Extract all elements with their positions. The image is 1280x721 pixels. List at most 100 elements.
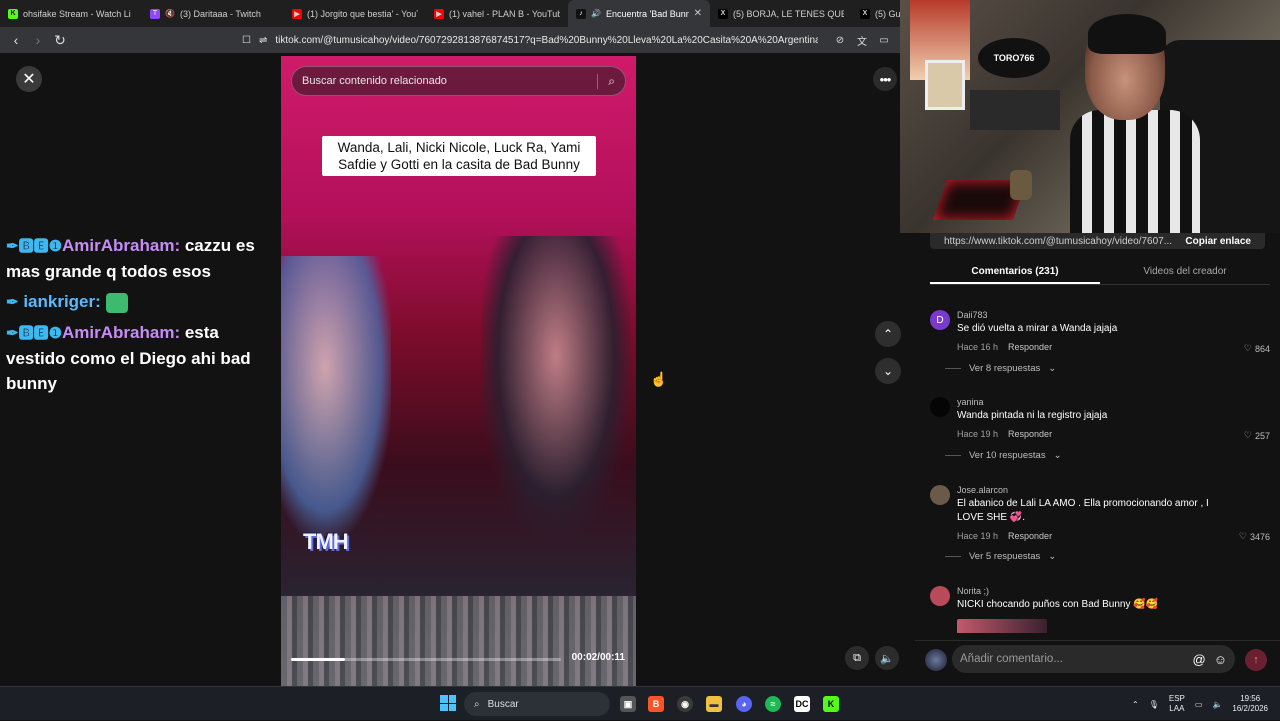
kick-icon: K [8, 8, 18, 19]
tab-youtube-2[interactable]: ▶ (1) vahel - PLAN B - YouTube [426, 0, 568, 27]
avatar[interactable]: D [930, 310, 950, 330]
avatar[interactable] [930, 397, 950, 417]
chevron-up-icon[interactable]: ⌃ [1132, 700, 1139, 709]
spotify-icon[interactable]: ≈ [765, 696, 781, 712]
comment-username[interactable]: Daii783 [957, 310, 1232, 320]
like-button[interactable]: ♡ 864 [1244, 343, 1270, 354]
avatar[interactable] [930, 485, 950, 505]
comment-time: Hace 16 h [957, 342, 999, 352]
chat-badges: ✒🅱🅴❶ [6, 238, 63, 255]
github-icon[interactable]: ◉ [677, 696, 693, 712]
divider [945, 556, 961, 557]
view-replies-button[interactable]: Ver 8 respuestas ⌄ [945, 363, 1056, 374]
close-tab-icon[interactable]: ✕ [694, 8, 702, 19]
comment-username[interactable]: Norita ;) [957, 586, 1232, 596]
chevron-up-icon: ⌃ [882, 327, 894, 341]
video-caption: Wanda, Lali, Nicki Nicole, Luck Ra, Yami… [322, 136, 596, 176]
tab-tiktok[interactable]: ♪🔊Encuentra 'Bad Bunny L✕ [568, 0, 710, 27]
search-icon[interactable]: ⌕ [597, 73, 615, 89]
windows-start-button[interactable] [440, 695, 456, 711]
mute-site-icon[interactable]: ⊘ [832, 32, 848, 48]
stream-chat-overlay: ✒🅱🅴❶AmirAbraham: cazzu es mas grande q t… [6, 233, 276, 401]
comment-image[interactable] [957, 619, 1047, 633]
mute-icon: 🔇 [165, 9, 175, 18]
like-button[interactable]: ♡ 3476 [1239, 531, 1270, 542]
x-icon: X [718, 8, 728, 19]
browser-tabbar: Kohsifake Stream - Watch Li T 🔇 (3) Darita… [0, 0, 900, 27]
chat-username: AmirAbraham: [62, 236, 181, 255]
tab-kick[interactable]: Kohsifake Stream - Watch Li [0, 0, 142, 27]
bookmark-icon[interactable]: ☐ [242, 35, 251, 46]
close-video-button[interactable]: ✕ [16, 66, 42, 92]
divider [945, 368, 961, 369]
wall-logo: TORO766 [978, 38, 1050, 78]
avatar[interactable] [930, 586, 950, 606]
discord-icon[interactable]: ◕ [736, 696, 752, 712]
language-indicator[interactable]: ESP LAA [1169, 694, 1185, 714]
tab-youtube-1[interactable]: ▶ (1) Jorgito que bestia' - YouTu [284, 0, 426, 27]
previous-video-button[interactable]: ⌃ [875, 321, 901, 347]
like-button[interactable]: ♡ 257 [1244, 430, 1270, 441]
video-frame-person-left [281, 256, 391, 536]
chat-username: AmirAbraham: [62, 323, 181, 342]
microphone-icon[interactable]: 🎙 [1149, 700, 1159, 709]
view-replies-button[interactable]: Ver 5 respuestas ⌄ [945, 551, 1056, 562]
comment-username[interactable]: yanina [957, 397, 1232, 407]
volume-button[interactable]: 🔈 [875, 646, 899, 670]
app-icon[interactable]: DC [794, 696, 810, 712]
next-video-button[interactable]: ⌄ [875, 358, 901, 384]
emoji-icon[interactable]: ☺ [1214, 652, 1227, 667]
hand-cursor-icon: ☝ [650, 371, 668, 387]
youtube-icon: ▶ [434, 8, 444, 19]
forward-icon[interactable]: › [30, 32, 46, 48]
reload-icon[interactable]: ↻ [52, 32, 68, 48]
mention-icon[interactable]: @ [1193, 652, 1206, 667]
brave-icon[interactable]: B [648, 696, 664, 712]
related-search-input[interactable]: Buscar contenido relacionado ⌕ [291, 66, 626, 96]
copy-link-button[interactable]: Copiar enlace [1185, 236, 1251, 247]
volume-icon[interactable]: 🔈 [1212, 700, 1222, 709]
shelf [970, 90, 1060, 130]
reply-button[interactable]: Responder [1008, 342, 1052, 352]
file-explorer-icon[interactable]: ▬ [706, 696, 722, 712]
more-options-button[interactable]: ••• [873, 67, 897, 91]
chat-message: ✒🅱🅴❶AmirAbraham: cazzu es mas grande q t… [6, 233, 276, 284]
streamer-shirt [1070, 110, 1200, 233]
tiktok-icon: ♪ [576, 8, 586, 19]
send-comment-button[interactable]: ↑ [1245, 649, 1267, 671]
url-text: tiktok.com/@tumusicahoy/video/7607292813… [275, 34, 818, 46]
clock[interactable]: 19:56 16/2/2026 [1232, 694, 1268, 714]
comment-text: NICKI chocando puños con Bad Bunny 🥰🥰 [957, 599, 1159, 610]
chevron-down-icon: ⌄ [1053, 450, 1062, 461]
chat-message: ✒ iankriger: [6, 289, 276, 315]
view-replies-button[interactable]: Ver 10 respuestas ⌄ [945, 450, 1062, 461]
reply-button[interactable]: Responder [1008, 531, 1052, 541]
tab-x-2[interactable]: X (5) Gu [852, 0, 900, 27]
video-progress-bar[interactable] [291, 658, 561, 661]
emote-icon [105, 292, 128, 313]
tab-comments[interactable]: Comentarios (231) [930, 261, 1100, 284]
tab-x-1[interactable]: X(5) BORJA, LE TENES QUE PEGA [710, 0, 852, 27]
tab-creator-videos[interactable]: Videos del creador [1100, 261, 1270, 284]
heart-icon: ♡ [1243, 343, 1252, 353]
kick-icon[interactable]: K [823, 696, 839, 712]
video-player[interactable]: Buscar contenido relacionado ⌕ Wanda, La… [281, 56, 636, 686]
network-icon[interactable]: ▭ [1195, 700, 1203, 709]
x-icon: X [860, 8, 870, 19]
cast-icon[interactable]: ▭ [876, 32, 892, 48]
reply-button[interactable]: Responder [1008, 429, 1052, 439]
task-view-icon[interactable]: ▣ [620, 696, 636, 712]
video-frame-crowd [281, 596, 636, 686]
tiktok-page: ✕ ✒🅱🅴❶AmirAbraham: cazzu es mas grande q… [0, 53, 901, 686]
pip-button[interactable]: ⧉ [845, 646, 869, 670]
comment-input[interactable]: Añadir comentario... @ ☺ [952, 645, 1235, 673]
url-field[interactable]: ☐ ⇌ tiktok.com/@tumusicahoy/video/760729… [234, 30, 826, 50]
close-icon: ✕ [22, 71, 36, 88]
back-icon[interactable]: ‹ [8, 32, 24, 48]
comment-text: El abanico de Lali LA AMO . Ella promoci… [957, 498, 1209, 523]
translate-icon[interactable]: 文 [854, 32, 870, 48]
tab-twitch[interactable]: T 🔇 (3) Daritaaa - Twitch [142, 0, 284, 27]
site-info-icon[interactable]: ⇌ [259, 35, 267, 46]
comment-username[interactable]: Jose.alarcon [957, 485, 1232, 495]
taskbar-search[interactable]: ⌕ Buscar [464, 692, 610, 716]
